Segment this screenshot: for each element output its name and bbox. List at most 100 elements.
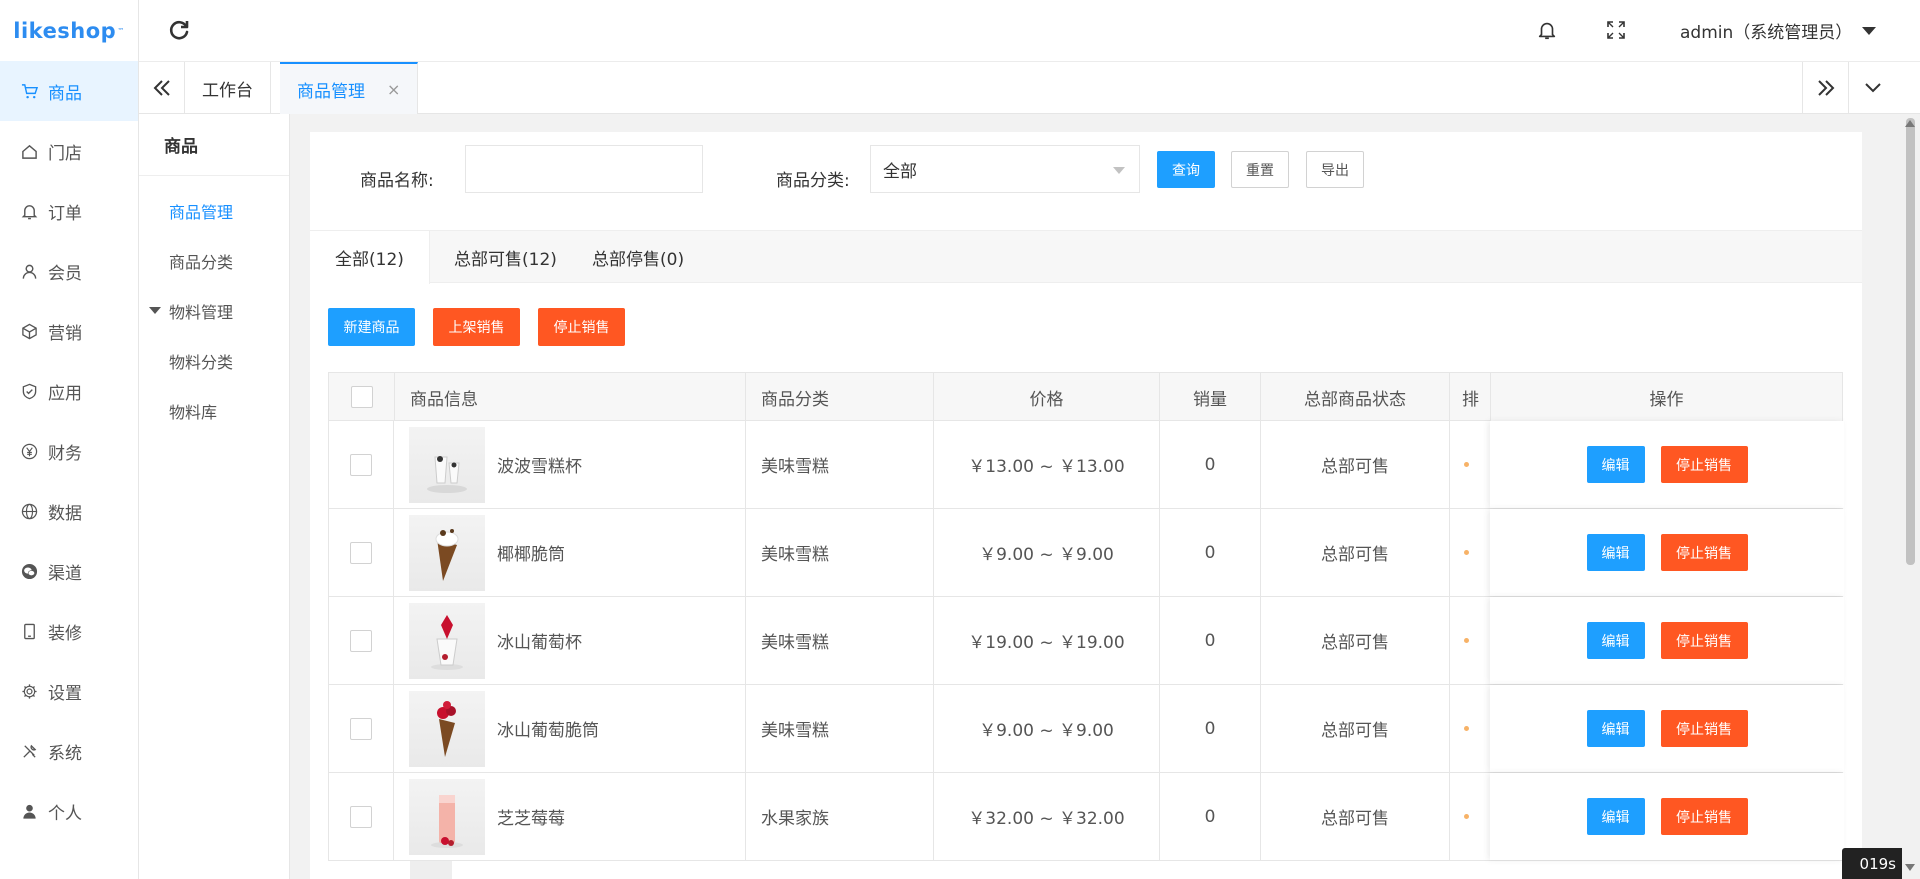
edit-button[interactable]: 编辑: [1586, 446, 1645, 483]
export-button[interactable]: 导出: [1306, 151, 1364, 188]
person-icon: [20, 802, 38, 820]
refresh-icon[interactable]: [167, 18, 191, 42]
tab-workbench[interactable]: 工作台: [185, 62, 271, 114]
sidebar-item-tools[interactable]: 系统: [0, 721, 138, 781]
subnav-item-material-management[interactable]: 物料管理: [139, 286, 289, 336]
scroll-down-arrow-icon[interactable]: [1905, 864, 1915, 871]
sidebar-item-tablet[interactable]: 装修: [0, 601, 138, 661]
top-header: admin（系统管理员）: [139, 0, 1920, 62]
table-row: 冰山葡萄脆筒 美味雪糕 ￥9.00 ~ ￥9.00 0 总部可售 编辑 停止销售: [328, 685, 1844, 773]
tab-scroll-left-button[interactable]: [139, 62, 185, 114]
tools-icon: [20, 742, 38, 760]
user-menu[interactable]: admin（系统管理员）: [1680, 18, 1877, 43]
main-content: 商品名称: 商品分类: 全部 查询 重置 导出 全部(12) 总部可售(12) …: [310, 132, 1862, 879]
sidebar-item-home[interactable]: 门店: [0, 121, 138, 181]
tab-product-management[interactable]: 商品管理 ×: [280, 62, 419, 114]
product-sales: 0: [1160, 685, 1261, 772]
product-image: [409, 426, 485, 503]
sidebar-item-globe[interactable]: 数据: [0, 481, 138, 541]
stop-sale-button[interactable]: 停止销售: [538, 308, 625, 346]
logo-tm: ™: [117, 26, 125, 35]
product-name-label: 商品名称:: [360, 171, 434, 191]
sidebar-item-gear[interactable]: 设置: [0, 661, 138, 721]
stop-sale-row-button[interactable]: 停止销售: [1660, 534, 1748, 571]
yen-icon: [20, 442, 38, 460]
product-category: 水果家族: [746, 773, 934, 860]
product-sales: 0: [1160, 773, 1261, 860]
edit-button[interactable]: 编辑: [1586, 622, 1645, 659]
status-tab-available[interactable]: 总部可售(12): [429, 231, 582, 283]
main-sidebar: likeshop ™ 商品 门店 订单 会员 营销 应用财务数据 渠道 装修 设置系统个人: [0, 0, 139, 879]
sidebar-item-shield[interactable]: 应用: [0, 361, 138, 421]
fullscreen-icon[interactable]: [1606, 20, 1626, 40]
put-on-sale-button[interactable]: 上架销售: [433, 308, 520, 346]
product-sort-cell: [1450, 421, 1490, 508]
operations-cell: 编辑 停止销售: [1490, 685, 1844, 772]
chevron-down-icon: [1864, 83, 1881, 93]
header-sales: 销量: [1160, 373, 1261, 421]
status-tab-stopped[interactable]: 总部停售(0): [567, 231, 709, 283]
secondary-sidebar: 商品 商品管理 商品分类 物料管理 物料分类 物料库: [139, 114, 290, 879]
product-image: [409, 778, 485, 855]
stop-sale-row-button[interactable]: 停止销售: [1660, 798, 1748, 835]
product-category-select[interactable]: 全部: [870, 145, 1140, 193]
caret-down-icon: [1113, 167, 1125, 174]
notification-bell-icon[interactable]: [1536, 19, 1558, 41]
row-checkbox[interactable]: [350, 805, 372, 828]
edit-button[interactable]: 编辑: [1586, 534, 1645, 571]
product-sort-cell: [1450, 685, 1490, 772]
status-tab-all[interactable]: 全部(12): [310, 231, 430, 284]
tab-options-button[interactable]: [1848, 62, 1896, 114]
sidebar-item-user[interactable]: 会员: [0, 241, 138, 301]
product-status: 总部可售: [1261, 509, 1450, 596]
product-sales: 0: [1160, 509, 1261, 596]
product-category: 美味雪糕: [746, 509, 934, 596]
row-checkbox[interactable]: [350, 453, 372, 476]
row-checkbox[interactable]: [350, 629, 372, 652]
product-status: 总部可售: [1261, 421, 1450, 508]
header-category: 商品分类: [746, 373, 934, 421]
subnav-label: 商品分类: [169, 253, 234, 272]
stop-sale-row-button[interactable]: 停止销售: [1660, 446, 1748, 483]
query-button[interactable]: 查询: [1157, 151, 1215, 188]
subnav-item-product-category[interactable]: 商品分类: [139, 236, 289, 286]
product-sales: 0: [1160, 597, 1261, 684]
select-all-checkbox[interactable]: [350, 386, 373, 408]
row-checkbox[interactable]: [350, 541, 372, 564]
edit-button[interactable]: 编辑: [1586, 798, 1645, 835]
new-product-button[interactable]: 新建商品: [328, 308, 415, 346]
sidebar-item-wechat[interactable]: 渠道: [0, 541, 138, 601]
operations-cell: 编辑 停止销售: [1490, 597, 1844, 684]
scroll-up-arrow-icon[interactable]: [1905, 120, 1915, 127]
row-select-cell: [329, 421, 394, 508]
row-select-cell: [329, 773, 394, 860]
row-checkbox[interactable]: [350, 717, 372, 740]
sidebar-item-label: 财务: [48, 443, 82, 464]
sidebar-item-bell[interactable]: 订单: [0, 181, 138, 241]
user-name: admin（系统管理员）: [1680, 23, 1853, 43]
subnav-item-material-category[interactable]: 物料分类: [139, 336, 289, 386]
sidebar-item-yen[interactable]: 财务: [0, 421, 138, 481]
sidebar-item-cube[interactable]: 营销: [0, 301, 138, 361]
sort-indicator: [1464, 638, 1469, 643]
sidebar-item-label: 系统: [48, 743, 82, 764]
tab-scroll-right-button[interactable]: [1802, 62, 1848, 114]
reset-button[interactable]: 重置: [1231, 151, 1289, 188]
product-price: ￥9.00 ~ ￥9.00: [934, 509, 1160, 596]
product-name-input[interactable]: [465, 145, 703, 193]
category-selected-value: 全部: [883, 161, 917, 182]
edit-button[interactable]: 编辑: [1586, 710, 1645, 747]
table-row: 冰山葡萄杯 美味雪糕 ￥19.00 ~ ￥19.00 0 总部可售 编辑 停止销售: [328, 597, 1844, 685]
status-tab-label: 总部可售(12): [454, 249, 557, 270]
operations-cell: 编辑 停止销售: [1490, 421, 1844, 508]
sidebar-item-person[interactable]: 个人: [0, 781, 138, 841]
logo[interactable]: likeshop ™: [0, 0, 138, 61]
stop-sale-row-button[interactable]: 停止销售: [1660, 622, 1748, 659]
stop-sale-row-button[interactable]: 停止销售: [1660, 710, 1748, 747]
subnav-item-product-management[interactable]: 商品管理: [139, 186, 289, 236]
close-icon[interactable]: ×: [387, 80, 400, 99]
product-name: 波波雪糕杯: [497, 457, 582, 477]
sidebar-item-cart[interactable]: 商品: [0, 61, 138, 121]
subnav-item-material-library[interactable]: 物料库: [139, 386, 289, 436]
page-scrollbar-thumb[interactable]: [1906, 118, 1915, 565]
